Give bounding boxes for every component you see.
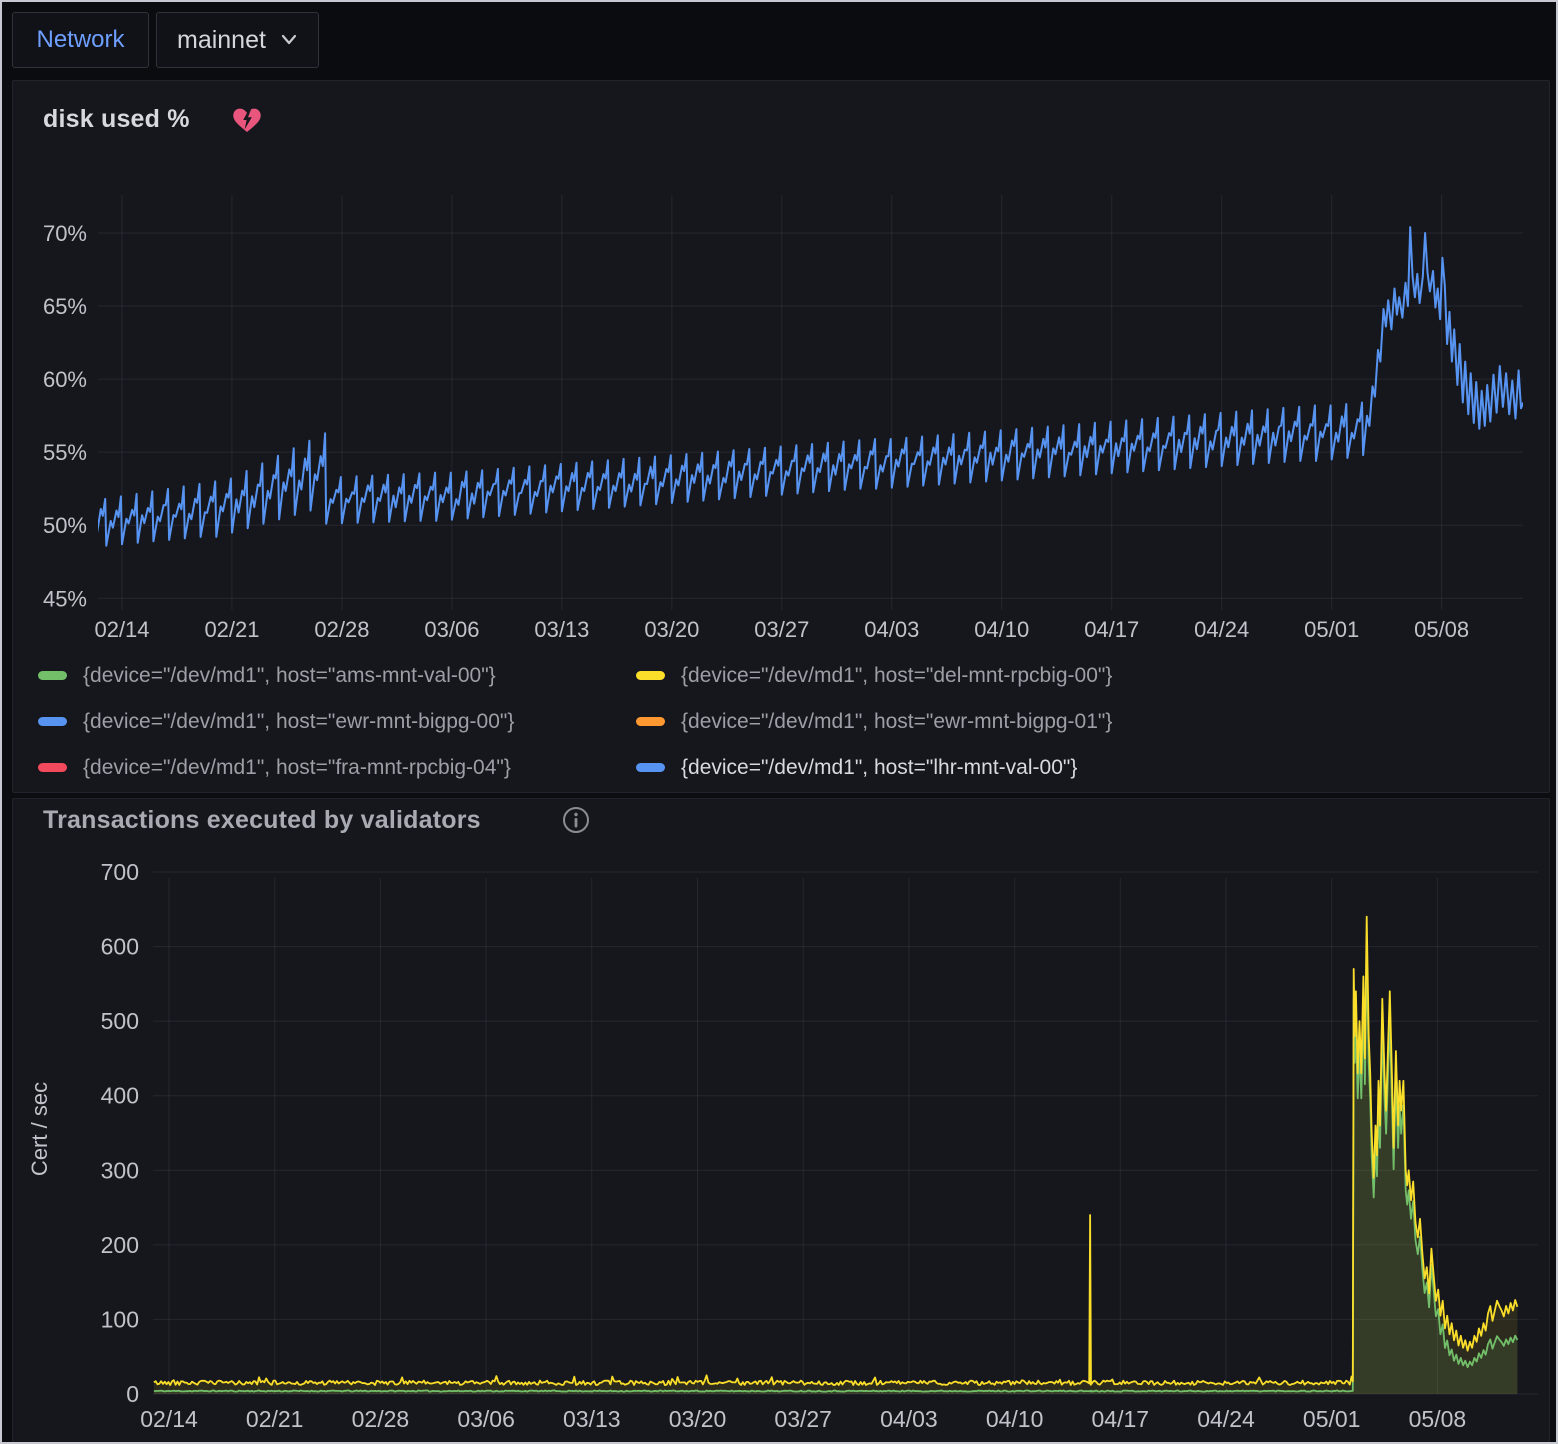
legend-series-color: [38, 671, 67, 680]
network-variable-value: mainnet: [177, 26, 266, 55]
legend-series-color: [636, 717, 665, 726]
svg-text:03/06: 03/06: [457, 1406, 515, 1432]
legend-series-color: [38, 763, 67, 772]
svg-text:300: 300: [101, 1157, 139, 1183]
svg-text:Cert / sec: Cert / sec: [27, 1082, 52, 1176]
svg-text:05/01: 05/01: [1303, 1406, 1361, 1432]
network-variable-label[interactable]: Network: [12, 12, 149, 68]
svg-text:04/24: 04/24: [1194, 617, 1249, 642]
legend-series-label: {device="/dev/md1", host="lhr-mnt-val-00…: [681, 756, 1077, 780]
svg-text:04/17: 04/17: [1092, 1406, 1150, 1432]
svg-text:04/03: 04/03: [864, 617, 919, 642]
svg-text:04/10: 04/10: [986, 1406, 1044, 1432]
svg-text:400: 400: [101, 1083, 139, 1109]
network-variable-dropdown[interactable]: mainnet: [156, 12, 319, 68]
svg-text:04/03: 04/03: [880, 1406, 938, 1432]
legend-series-label: {device="/dev/md1", host="ewr-mnt-bigpg-…: [83, 710, 514, 734]
svg-text:65%: 65%: [43, 294, 87, 319]
svg-text:05/01: 05/01: [1304, 617, 1359, 642]
svg-text:02/28: 02/28: [314, 617, 369, 642]
svg-text:45%: 45%: [43, 586, 87, 611]
grafana-dashboard: Network mainnet disk used % 45%50%55%60%…: [0, 0, 1558, 1444]
legend-item[interactable]: {device="/dev/md1", host="del-mnt-rpcbig…: [636, 658, 1533, 693]
svg-text:50%: 50%: [43, 513, 87, 538]
svg-text:55%: 55%: [43, 440, 87, 465]
legend-series-color: [38, 717, 67, 726]
legend-series-color: [636, 671, 665, 680]
svg-text:70%: 70%: [43, 221, 87, 246]
svg-text:02/21: 02/21: [246, 1406, 304, 1432]
svg-text:03/27: 03/27: [774, 1406, 832, 1432]
svg-text:04/24: 04/24: [1197, 1406, 1255, 1432]
svg-text:03/20: 03/20: [644, 617, 699, 642]
svg-text:02/28: 02/28: [352, 1406, 410, 1432]
svg-text:05/08: 05/08: [1414, 617, 1469, 642]
network-variable-label-text: Network: [36, 26, 124, 54]
legend-series-color: [636, 763, 665, 772]
legend-series-label: {device="/dev/md1", host="del-mnt-rpcbig…: [681, 664, 1112, 688]
legend-item[interactable]: {device="/dev/md1", host="ewr-mnt-bigpg-…: [38, 704, 636, 739]
svg-text:02/21: 02/21: [204, 617, 259, 642]
svg-text:03/20: 03/20: [669, 1406, 727, 1432]
svg-text:02/14: 02/14: [140, 1406, 198, 1432]
disk-used-legend: {device="/dev/md1", host="ams-mnt-val-00…: [38, 658, 1533, 785]
svg-text:05/08: 05/08: [1409, 1406, 1467, 1432]
disk-used-panel: disk used % 45%50%55%60%65%70%02/1402/21…: [12, 80, 1550, 793]
legend-item[interactable]: {device="/dev/md1", host="ewr-mnt-bigpg-…: [636, 704, 1533, 739]
legend-series-label: {device="/dev/md1", host="ams-mnt-val-00…: [83, 664, 496, 688]
svg-text:600: 600: [101, 934, 139, 960]
svg-text:0: 0: [126, 1381, 139, 1407]
svg-text:03/06: 03/06: [424, 617, 479, 642]
transactions-panel: Transactions executed by validators 0100…: [12, 798, 1550, 1444]
svg-text:03/13: 03/13: [534, 617, 589, 642]
svg-text:03/13: 03/13: [563, 1406, 621, 1432]
legend-item[interactable]: {device="/dev/md1", host="ams-mnt-val-00…: [38, 658, 636, 693]
legend-series-label: {device="/dev/md1", host="ewr-mnt-bigpg-…: [681, 710, 1112, 734]
legend-item[interactable]: {device="/dev/md1", host="fra-mnt-rpcbig…: [38, 750, 636, 785]
legend-series-label: {device="/dev/md1", host="fra-mnt-rpcbig…: [83, 756, 511, 780]
svg-text:100: 100: [101, 1306, 139, 1332]
chevron-down-icon: [280, 33, 298, 47]
dashboard-toolbar: Network mainnet: [2, 2, 1556, 80]
svg-text:04/17: 04/17: [1084, 617, 1139, 642]
legend-item[interactable]: {device="/dev/md1", host="lhr-mnt-val-00…: [636, 750, 1533, 785]
svg-text:03/27: 03/27: [754, 617, 809, 642]
svg-text:200: 200: [101, 1232, 139, 1258]
svg-text:60%: 60%: [43, 367, 87, 392]
svg-text:700: 700: [101, 859, 139, 885]
svg-text:04/10: 04/10: [974, 617, 1029, 642]
svg-text:02/14: 02/14: [94, 617, 149, 642]
disk-used-chart[interactable]: 45% 50% 55% 60% 65% 70% 02/14 02/21 02/28 03/06 03…: [13, 81, 1549, 657]
transactions-chart[interactable]: 0 100 200 300 400 500 600 700 02/14 02/21 02/28 03/…: [13, 799, 1549, 1444]
svg-text:500: 500: [101, 1008, 139, 1034]
